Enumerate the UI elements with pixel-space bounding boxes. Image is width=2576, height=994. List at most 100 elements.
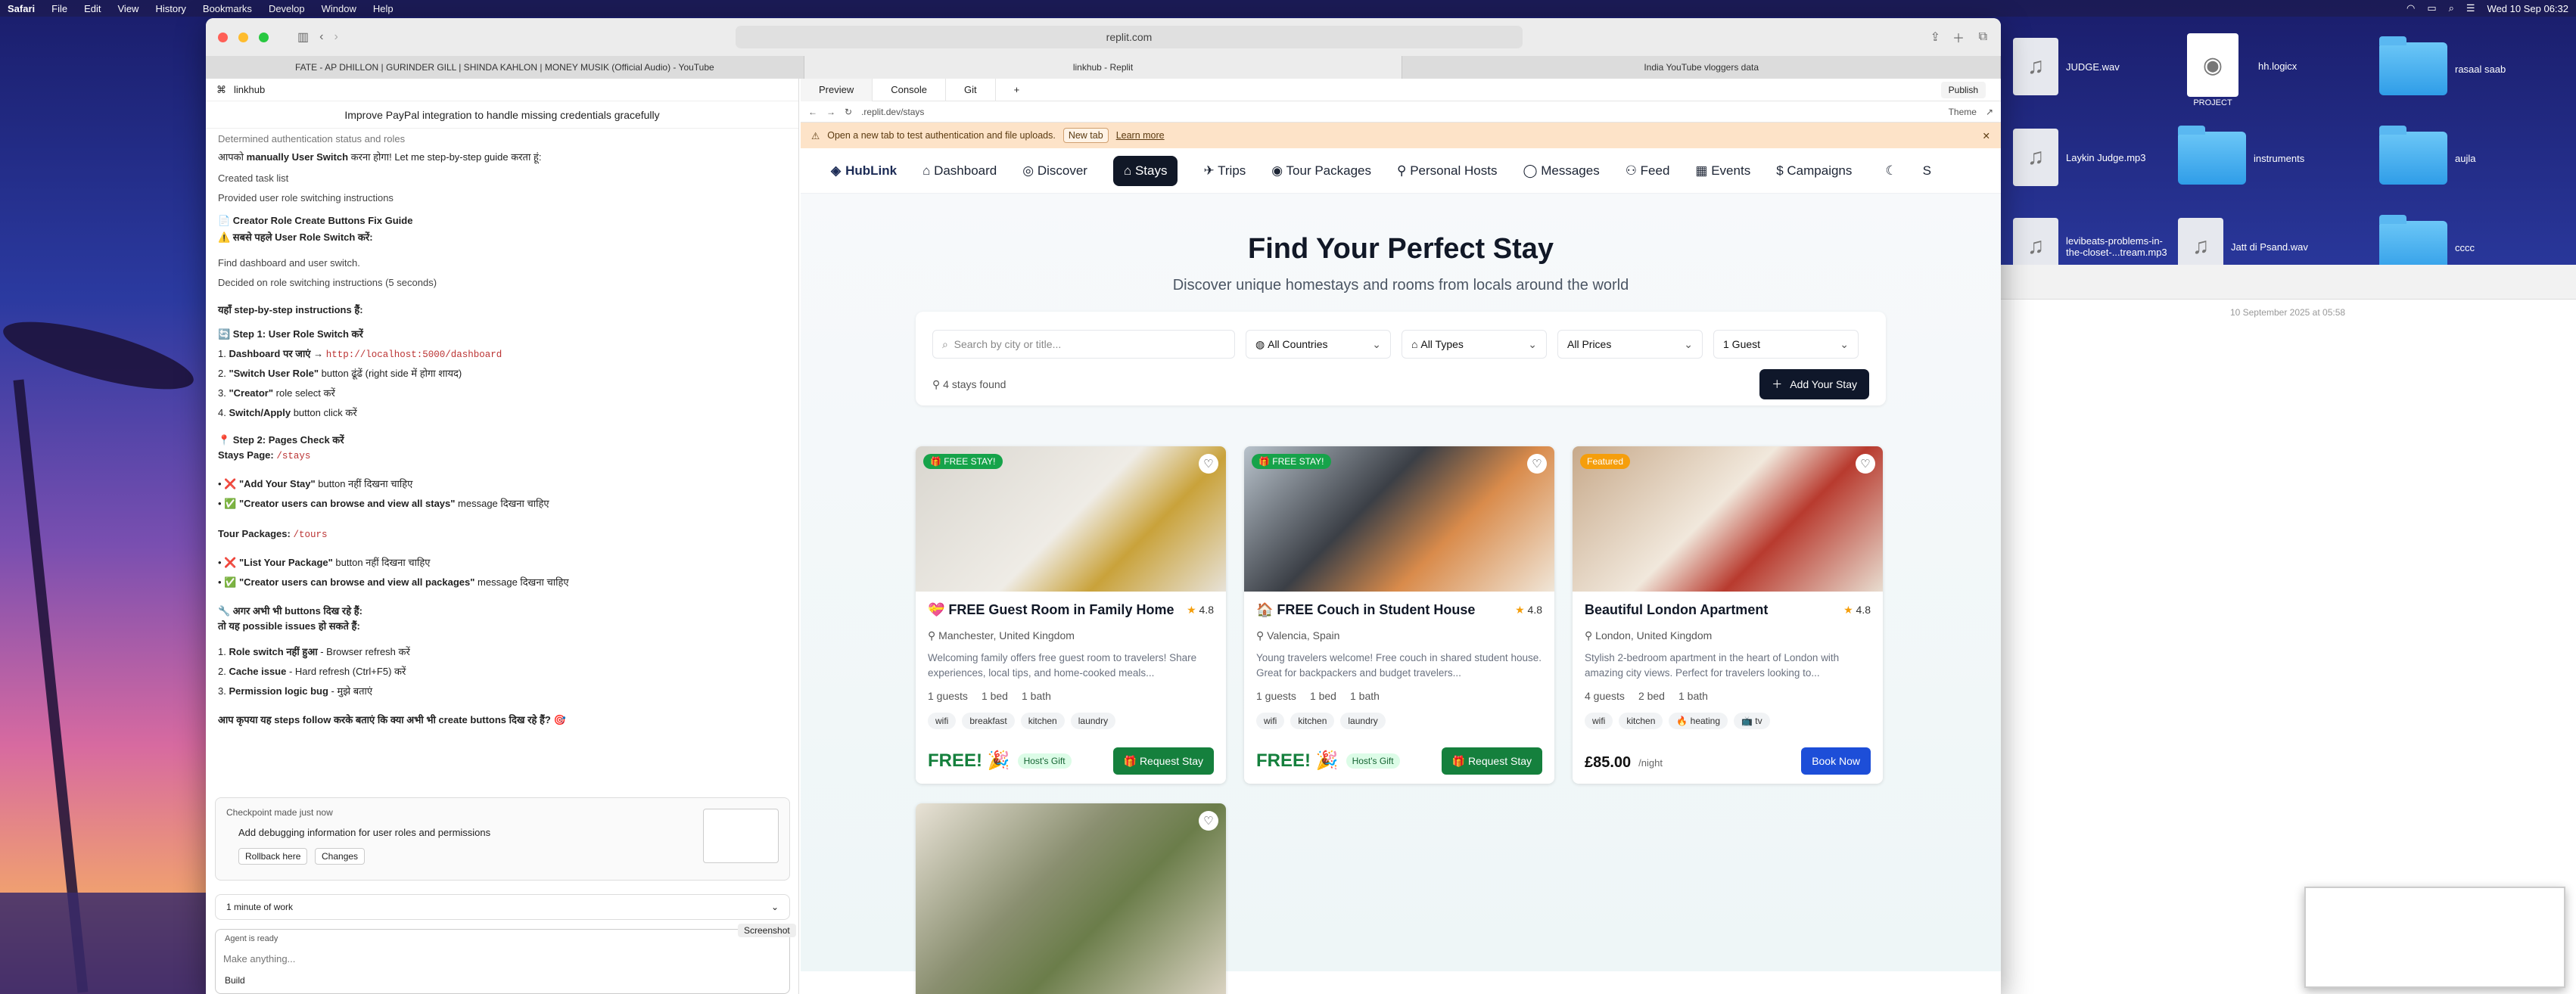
type-select[interactable]: ⌂ All Types ⌄ xyxy=(1402,330,1547,359)
nav-tour-packages[interactable]: ◉ Tour Packages xyxy=(1271,163,1371,179)
new-tab-icon[interactable]: ＋ xyxy=(1952,28,1965,46)
stay-card[interactable]: ♡ xyxy=(916,803,1226,994)
menubar-clock[interactable]: Wed 10 Sep 06:32 xyxy=(2487,3,2568,14)
desktop-file[interactable]: ♫ Laykin Judge.mp3 xyxy=(2013,129,2146,186)
stay-card[interactable]: 🎁 FREE STAY! ♡ 💝 FREE Guest Room in Fami… xyxy=(916,446,1226,784)
nav-discover[interactable]: ◎ Discover xyxy=(1022,163,1087,179)
heart-icon[interactable]: ♡ xyxy=(1199,811,1218,831)
rollback-button[interactable]: Rollback here xyxy=(238,848,308,865)
menu-file[interactable]: File xyxy=(51,3,67,14)
stay-image: ♡ xyxy=(916,803,1226,994)
book-now-button[interactable]: Book Now xyxy=(1801,747,1871,775)
wifi-icon[interactable]: ◠ xyxy=(2406,2,2415,14)
site-logo[interactable]: ◈ HubLink xyxy=(831,163,897,179)
nav-feed[interactable]: ⚇ Feed xyxy=(1626,163,1670,179)
screenshot-thumbnail[interactable] xyxy=(2304,887,2565,988)
changes-button[interactable]: Changes xyxy=(315,848,366,865)
add-stay-button[interactable]: ＋ Add Your Stay xyxy=(1759,369,1869,399)
checkpoint-label: Checkpoint made just now xyxy=(226,807,333,818)
add-tab-icon[interactable]: + xyxy=(996,79,1038,101)
chat-input[interactable] xyxy=(223,949,776,968)
menu-view[interactable]: View xyxy=(118,3,139,14)
screenshot-button[interactable]: Screenshot xyxy=(738,924,796,937)
price-select[interactable]: All Prices ⌄ xyxy=(1557,330,1703,359)
close-icon[interactable]: ✕ xyxy=(1983,130,1990,141)
preview-url[interactable]: .replit.dev/stays xyxy=(861,107,924,117)
stay-card[interactable]: Featured ♡ Beautiful London Apartment ★ … xyxy=(1573,446,1883,784)
nav-dashboard[interactable]: ⌂ Dashboard xyxy=(922,163,997,179)
stay-card[interactable]: 🎁 FREE STAY! ♡ 🏠 FREE Couch in Student H… xyxy=(1244,446,1554,784)
close-window-button[interactable] xyxy=(218,32,228,42)
forward-icon[interactable]: → xyxy=(826,107,835,117)
tab-git[interactable]: Git xyxy=(946,78,996,101)
minimize-window-button[interactable] xyxy=(238,32,248,42)
reload-icon[interactable]: ↻ xyxy=(845,107,852,117)
learn-more-link[interactable]: Learn more xyxy=(1116,130,1165,141)
stay-title[interactable]: Beautiful London Apartment xyxy=(1585,602,1768,618)
nav-stays[interactable]: ⌂ Stays xyxy=(1112,155,1178,186)
desktop-project[interactable]: ◉ PROJECT xyxy=(2187,33,2238,107)
heart-icon[interactable]: ♡ xyxy=(1199,454,1218,474)
share-icon[interactable]: ⇪ xyxy=(1930,30,1940,45)
menu-edit[interactable]: Edit xyxy=(84,3,101,14)
stay-title[interactable]: 🏠 FREE Couch in Student House xyxy=(1256,602,1475,618)
menu-bookmarks[interactable]: Bookmarks xyxy=(203,3,252,14)
guests-select[interactable]: 1 Guest ⌄ xyxy=(1713,330,1859,359)
request-stay-button[interactable]: 🎁 Request Stay xyxy=(1441,747,1542,775)
battery-icon[interactable]: ▭ xyxy=(2427,2,2436,14)
nav-campaigns[interactable]: $ Campaigns xyxy=(1776,163,1852,179)
nav-messages[interactable]: ◯ Messages xyxy=(1523,163,1599,179)
user-avatar[interactable]: S xyxy=(1923,163,1931,179)
publish-button[interactable]: Publish xyxy=(1940,81,1986,98)
desktop-folder[interactable]: rasaal saab xyxy=(2379,36,2506,95)
action-line[interactable]: Determined authentication status and rol… xyxy=(218,133,405,144)
external-link-icon[interactable]: ↗ xyxy=(1986,107,1993,117)
stay-meta: 1 guests 1 bed 1 bath xyxy=(1256,690,1380,702)
project-name[interactable]: linkhub xyxy=(234,84,265,95)
notes-window[interactable] xyxy=(1999,265,2576,994)
nav-events[interactable]: ▦ Events xyxy=(1695,163,1750,179)
checkpoint-thumbnail[interactable] xyxy=(703,809,779,863)
nav-trips[interactable]: ✈ Trips xyxy=(1203,163,1246,179)
address-bar[interactable]: replit.com xyxy=(736,26,1523,48)
zoom-window-button[interactable] xyxy=(259,32,269,42)
theme-toggle-icon[interactable]: ☾ xyxy=(1885,163,1896,179)
back-icon[interactable]: ← xyxy=(808,107,817,117)
nav-personal-hosts[interactable]: ⚲ Personal Hosts xyxy=(1397,163,1497,179)
work-summary[interactable]: 1 minute of work ⌄ xyxy=(215,894,790,920)
desktop-folder[interactable]: aujla xyxy=(2379,126,2475,185)
search-input[interactable]: ⌕ Search by city or title... xyxy=(932,330,1235,359)
back-icon[interactable]: ‹ xyxy=(319,30,323,44)
heart-icon[interactable]: ♡ xyxy=(1856,454,1875,474)
heart-icon[interactable]: ♡ xyxy=(1527,454,1547,474)
menu-history[interactable]: History xyxy=(155,3,185,14)
menu-develop[interactable]: Develop xyxy=(269,3,305,14)
replit-logo-icon[interactable]: ⌘ xyxy=(216,84,226,96)
tab-overview-icon[interactable]: ⧉ xyxy=(1979,30,1987,44)
request-stay-button[interactable]: 🎁 Request Stay xyxy=(1112,747,1214,775)
stay-title[interactable]: 💝 FREE Guest Room in Family Home xyxy=(928,602,1174,618)
menu-help[interactable]: Help xyxy=(373,3,394,14)
new-tab-button[interactable]: New tab xyxy=(1062,128,1109,143)
forward-icon[interactable]: › xyxy=(334,30,338,44)
build-mode-button[interactable]: Build xyxy=(225,975,245,986)
menu-app-name[interactable]: Safari xyxy=(8,3,35,14)
action-line[interactable]: Decided on role switching instructions (… xyxy=(218,277,437,288)
desktop-folder[interactable]: instruments xyxy=(2178,126,2304,185)
action-line[interactable]: Created task list xyxy=(218,172,288,184)
action-line[interactable]: Find dashboard and user switch. xyxy=(218,257,360,269)
menu-window[interactable]: Window xyxy=(322,3,356,14)
browser-tab-replit[interactable]: linkhub - Replit xyxy=(804,56,1403,79)
tab-console[interactable]: Console xyxy=(873,78,946,101)
country-select[interactable]: ◍ All Countries ⌄ xyxy=(1246,330,1391,359)
desktop-file[interactable]: hh.logicx xyxy=(2258,61,2297,72)
tab-preview[interactable]: Preview xyxy=(801,78,873,101)
control-center-icon[interactable]: ☰ xyxy=(2466,2,2475,14)
action-line[interactable]: Provided user role switching instruction… xyxy=(218,192,394,203)
browser-tab-vloggers[interactable]: India YouTube vloggers data xyxy=(1402,56,2001,79)
desktop-file[interactable]: ♫ JUDGE.wav xyxy=(2013,38,2120,95)
theme-button[interactable]: Theme xyxy=(1949,107,1977,117)
sidebar-icon[interactable]: ▥ xyxy=(297,30,309,45)
search-icon[interactable]: ⌕ xyxy=(2449,2,2454,14)
browser-tab-youtube[interactable]: FATE - AP DHILLON | GURINDER GILL | SHIN… xyxy=(206,56,804,79)
